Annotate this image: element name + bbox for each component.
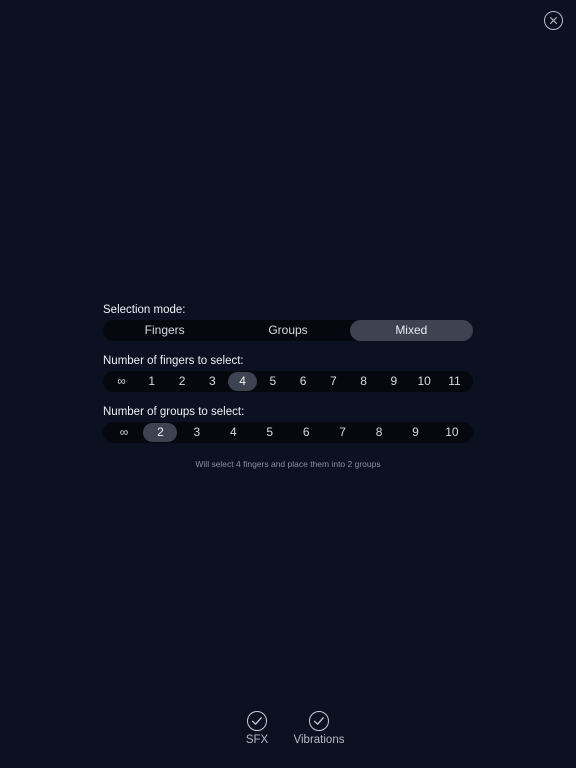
settings-panel: Selection mode: Fingers Groups Mixed Num… — [103, 303, 473, 443]
groups-count-selector: ∞ 2 3 4 5 6 7 8 9 10 — [103, 422, 473, 443]
fingers-option-6[interactable]: 6 — [289, 372, 318, 391]
selection-summary: Will select 4 fingers and place them int… — [195, 459, 381, 469]
vibrations-check-icon — [309, 711, 329, 731]
close-icon — [550, 17, 557, 24]
sfx-toggle[interactable]: SFX — [222, 711, 292, 746]
selection-mode-control: Fingers Groups Mixed — [103, 320, 473, 341]
groups-option-4[interactable]: 4 — [216, 423, 250, 442]
groups-option-3[interactable]: 3 — [180, 423, 214, 442]
fingers-option-2[interactable]: 2 — [168, 372, 197, 391]
selection-mode-label: Selection mode: — [103, 304, 186, 316]
fingers-count-label: Number of fingers to select: — [103, 355, 244, 367]
fingers-count-selector: ∞ 1 2 3 4 5 6 7 8 9 10 11 — [103, 371, 473, 392]
groups-option-2[interactable]: 2 — [143, 423, 178, 442]
vibrations-toggle[interactable]: Vibrations — [284, 711, 354, 746]
fingers-option-8[interactable]: 8 — [349, 372, 378, 391]
fingers-option-4[interactable]: 4 — [228, 372, 258, 391]
fingers-option-11[interactable]: 11 — [440, 372, 469, 391]
groups-option-infinity[interactable]: ∞ — [107, 423, 141, 442]
fingers-option-10[interactable]: 10 — [410, 372, 439, 391]
groups-option-6[interactable]: 6 — [289, 423, 323, 442]
groups-option-8[interactable]: 8 — [362, 423, 396, 442]
fingers-option-infinity[interactable]: ∞ — [107, 372, 136, 391]
fingers-option-9[interactable]: 9 — [379, 372, 408, 391]
vibrations-label: Vibrations — [293, 734, 345, 746]
groups-option-9[interactable]: 9 — [399, 423, 433, 442]
groups-option-7[interactable]: 7 — [326, 423, 360, 442]
groups-option-5[interactable]: 5 — [253, 423, 287, 442]
mode-option-groups[interactable]: Groups — [226, 320, 349, 341]
fingers-option-1[interactable]: 1 — [137, 372, 166, 391]
sfx-check-icon — [247, 711, 267, 731]
mode-option-fingers[interactable]: Fingers — [103, 320, 226, 341]
fingers-option-5[interactable]: 5 — [258, 372, 287, 391]
mode-option-mixed[interactable]: Mixed — [349, 320, 473, 341]
groups-count-label: Number of groups to select: — [103, 406, 245, 418]
groups-option-10[interactable]: 10 — [435, 423, 469, 442]
sfx-label: SFX — [245, 734, 269, 746]
close-button[interactable] — [544, 11, 563, 30]
fingers-option-3[interactable]: 3 — [198, 372, 227, 391]
fingers-option-7[interactable]: 7 — [319, 372, 348, 391]
